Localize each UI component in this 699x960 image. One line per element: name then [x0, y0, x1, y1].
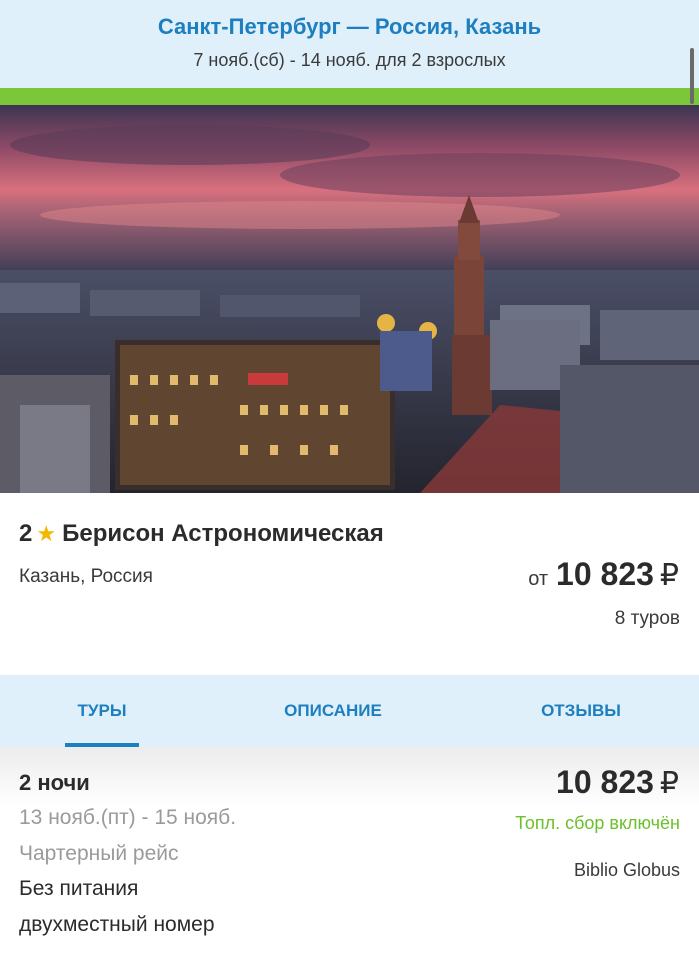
- tab-tours[interactable]: ТУРЫ: [65, 675, 139, 747]
- offer-dates: 13 нояб.(пт) - 15 нояб.: [19, 806, 237, 829]
- currency-symbol: ₽: [659, 559, 679, 592]
- offer-currency-symbol: ₽: [659, 767, 679, 800]
- hotel-title[interactable]: 2 ★ Берисон Астрономическая: [19, 520, 384, 548]
- hotel-name: Берисон Астрономическая: [62, 520, 384, 547]
- fuel-surcharge-note: Топл. сбор включён: [515, 813, 680, 833]
- route-title: Санкт-Петербург — Россия, Казань: [157, 14, 542, 39]
- progress-bar: [0, 88, 699, 105]
- offer-price: 10 823 ₽: [556, 764, 679, 801]
- travel-dates: 7 нояб.(сб) - 14 нояб. для 2 взрослых: [193, 50, 506, 70]
- tab-bar: ТУРЫ ОПИСАНИЕ ОТЗЫВЫ: [0, 675, 699, 747]
- tour-operator: Biblio Globus: [573, 860, 680, 880]
- tab-reviews[interactable]: ОТЗЫВЫ: [520, 675, 642, 747]
- offer-price-amount: 10 823: [556, 764, 654, 800]
- hotel-min-price: от 10 823 ₽: [528, 556, 679, 593]
- kazan-city-photo: [0, 105, 699, 493]
- hotel-stars: 2: [19, 520, 33, 547]
- tab-description[interactable]: ОПИСАНИЕ: [258, 675, 408, 747]
- price-prefix: от: [528, 568, 549, 590]
- hotel-location: Казань, Россия: [19, 566, 153, 587]
- search-summary-header[interactable]: Санкт-Петербург — Россия, Казань 7 нояб.…: [0, 0, 699, 88]
- offer-flight-type: Чартерный рейс: [19, 842, 179, 865]
- offer-nights: 2 ночи: [19, 770, 90, 795]
- hotel-photo[interactable]: [0, 105, 699, 493]
- tours-count: 8 туров: [614, 608, 680, 629]
- offer-room: двухместный номер: [19, 913, 215, 936]
- star-icon: ★: [36, 521, 57, 546]
- offer-meal: Без питания: [19, 877, 139, 900]
- price-amount: 10 823: [556, 556, 654, 592]
- scrollbar[interactable]: [690, 48, 694, 104]
